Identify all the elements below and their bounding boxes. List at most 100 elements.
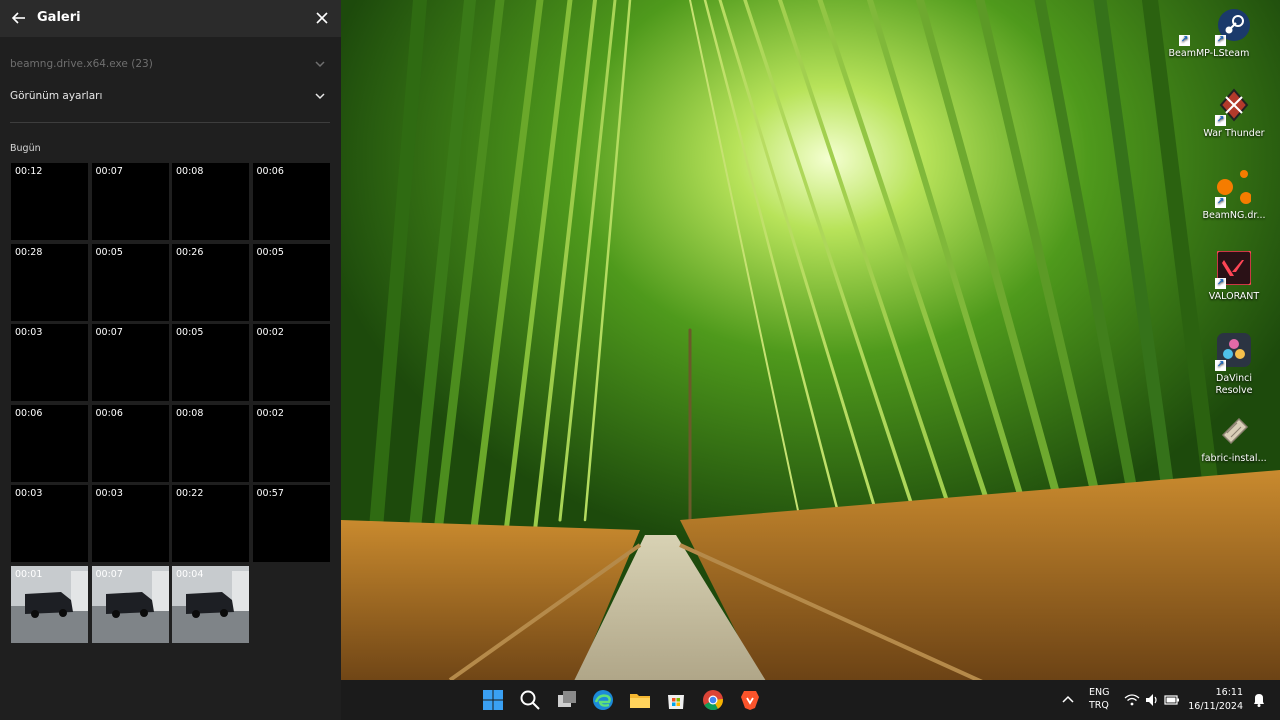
clip-duration: 00:05 bbox=[176, 327, 204, 338]
desktop-icon-fabric-installer[interactable]: fabric-instal... bbox=[1198, 413, 1270, 465]
clip-thumbnail[interactable]: 00:57 bbox=[252, 485, 330, 562]
desktop-icon-war-thunder[interactable]: ↗ War Thunder bbox=[1198, 88, 1270, 140]
clip-duration: 00:06 bbox=[256, 166, 284, 177]
clip-duration: 00:02 bbox=[256, 327, 284, 338]
clip-duration: 00:03 bbox=[15, 488, 43, 499]
davinci-resolve-icon: ↗ bbox=[1215, 333, 1251, 371]
brave-icon[interactable] bbox=[738, 688, 762, 712]
clip-duration: 00:06 bbox=[15, 407, 43, 419]
clip-duration: 00:07 bbox=[95, 327, 123, 338]
windows-start-icon[interactable] bbox=[481, 688, 505, 712]
keyboard-layout: TRQ bbox=[1089, 700, 1109, 711]
panel-header: Galeri bbox=[0, 0, 341, 37]
valorant-icon: ↗ bbox=[1215, 250, 1252, 289]
clip-thumbnail[interactable]: 00:07 bbox=[91, 163, 169, 240]
clip-duration: 00:57 bbox=[256, 488, 284, 499]
desktop-icon-label: DaVinci Resolve bbox=[1215, 373, 1253, 396]
volume-icon[interactable] bbox=[1144, 692, 1160, 708]
shortcut-arrow-icon: ↗ bbox=[1215, 278, 1226, 289]
section-label-today: Bugün bbox=[10, 143, 41, 154]
notification-bell-icon[interactable] bbox=[1251, 692, 1267, 708]
back-arrow-icon[interactable] bbox=[10, 9, 28, 27]
clip-thumbnail[interactable]: 00:28 bbox=[11, 243, 88, 321]
war-thunder-icon: ↗ bbox=[1215, 88, 1251, 126]
source-dropdown-label: beamng.drive.x64.exe (23) bbox=[10, 58, 153, 70]
edge-icon[interactable] bbox=[591, 688, 615, 712]
clip-thumbnail[interactable]: 00:06 bbox=[91, 404, 169, 482]
desktop-icon-label: VALORANT bbox=[1208, 291, 1260, 302]
taskbar: ENG TRQ 16:11 16/11/2024 bbox=[341, 680, 1280, 720]
panel-title: Galeri bbox=[37, 10, 81, 25]
chevron-down-icon bbox=[315, 93, 325, 100]
beamng-drive-icon: ↗ bbox=[1215, 170, 1252, 208]
clip-duration: 00:26 bbox=[176, 246, 204, 258]
chrome-icon[interactable] bbox=[701, 688, 725, 712]
clip-thumbnail[interactable]: 00:02 bbox=[252, 324, 330, 401]
clip-duration: 00:28 bbox=[15, 246, 43, 258]
clip-thumbnail[interactable]: 00:05 bbox=[91, 243, 169, 321]
battery-icon[interactable] bbox=[1164, 692, 1180, 708]
clip-thumbnail[interactable]: 00:02 bbox=[252, 404, 330, 482]
clip-duration: 00:05 bbox=[95, 246, 123, 258]
desktop-icon-valorant[interactable]: ↗ VALORANT bbox=[1198, 250, 1270, 303]
view-settings-label: Görünüm ayarları bbox=[10, 90, 103, 102]
shortcut-arrow-icon: ↗ bbox=[1215, 115, 1226, 126]
clip-thumbnail[interactable]: 00:07 bbox=[91, 565, 169, 643]
clip-duration: 00:03 bbox=[95, 488, 123, 499]
clip-duration: 00:12 bbox=[15, 166, 43, 177]
desktop-icon-davinci-resolve[interactable]: ↗ DaVinci Resolve bbox=[1198, 333, 1270, 397]
clip-thumbnail[interactable]: 00:01 bbox=[11, 565, 88, 643]
gallery-panel: Galeri beamng.drive.x64.exe (23) Görünüm… bbox=[0, 0, 341, 720]
source-dropdown[interactable]: beamng.drive.x64.exe (23) bbox=[10, 58, 330, 70]
clip-thumbnail[interactable]: 00:06 bbox=[11, 404, 88, 482]
divider bbox=[10, 122, 330, 123]
language-indicator[interactable]: ENG TRQ bbox=[1089, 686, 1109, 712]
desktop-icon-label: War Thunder bbox=[1203, 128, 1265, 139]
shortcut-arrow-icon: ↗ bbox=[1215, 35, 1226, 46]
clip-duration: 00:02 bbox=[256, 407, 284, 419]
clip-thumbnail[interactable]: 00:22 bbox=[172, 485, 249, 562]
system-clock[interactable]: 16:11 16/11/2024 bbox=[1181, 686, 1243, 714]
microsoft-store-icon[interactable] bbox=[664, 688, 688, 712]
clip-thumbnail[interactable]: 00:12 bbox=[11, 163, 88, 240]
chevron-down-icon bbox=[315, 61, 325, 68]
view-settings-dropdown[interactable]: Görünüm ayarları bbox=[10, 90, 330, 102]
clip-thumbnail[interactable]: 00:06 bbox=[252, 163, 330, 240]
desktop-icon-label: fabric-instal... bbox=[1201, 453, 1267, 464]
wifi-icon[interactable] bbox=[1124, 692, 1140, 708]
clip-duration: 00:03 bbox=[15, 327, 43, 338]
shortcut-arrow-icon: ↗ bbox=[1215, 197, 1226, 208]
steam-icon: ↗ bbox=[1215, 8, 1251, 46]
desktop-icon-beamng-drive[interactable]: ↗ BeamNG.dr... bbox=[1198, 170, 1270, 222]
shortcut-arrow-icon: ↗ bbox=[1179, 35, 1190, 46]
clip-duration: 00:22 bbox=[176, 488, 204, 499]
clip-duration: 00:05 bbox=[256, 246, 284, 258]
clip-duration: 00:01 bbox=[15, 568, 43, 580]
desktop-icon-label: Steam bbox=[1218, 48, 1250, 59]
task-view-icon[interactable] bbox=[555, 688, 579, 712]
clip-thumbnail[interactable]: 00:08 bbox=[172, 404, 249, 482]
clip-thumbnail[interactable]: 00:04 bbox=[172, 565, 249, 643]
search-icon[interactable] bbox=[518, 688, 542, 712]
clip-duration: 00:06 bbox=[95, 407, 123, 419]
clip-thumbnail[interactable]: 00:05 bbox=[252, 243, 330, 321]
clock-time: 16:11 bbox=[1215, 687, 1243, 698]
shortcut-arrow-icon: ↗ bbox=[1215, 360, 1226, 371]
file-explorer-icon[interactable] bbox=[628, 688, 652, 712]
clip-thumbnail[interactable]: 00:07 bbox=[91, 324, 169, 401]
clip-duration: 00:08 bbox=[176, 166, 204, 177]
close-icon[interactable] bbox=[314, 10, 330, 26]
chevron-up-icon[interactable] bbox=[1060, 692, 1076, 708]
clip-duration: 00:07 bbox=[95, 166, 123, 177]
clip-thumbnail[interactable]: 00:05 bbox=[172, 324, 249, 401]
language-code: ENG bbox=[1089, 687, 1110, 698]
clip-thumbnail[interactable]: 00:26 bbox=[172, 243, 249, 321]
clip-thumbnail[interactable]: 00:03 bbox=[11, 324, 88, 401]
clip-duration: 00:04 bbox=[176, 568, 204, 580]
clip-thumbnail[interactable]: 00:08 bbox=[172, 163, 249, 240]
clip-thumbnail[interactable]: 00:03 bbox=[11, 485, 88, 562]
desktop-icon-label: BeamNG.dr... bbox=[1202, 210, 1266, 221]
clip-thumbnail[interactable]: 00:03 bbox=[91, 485, 169, 562]
clip-duration: 00:08 bbox=[176, 407, 204, 419]
desktop-icon-steam[interactable]: ↗ Steam bbox=[1198, 8, 1270, 60]
